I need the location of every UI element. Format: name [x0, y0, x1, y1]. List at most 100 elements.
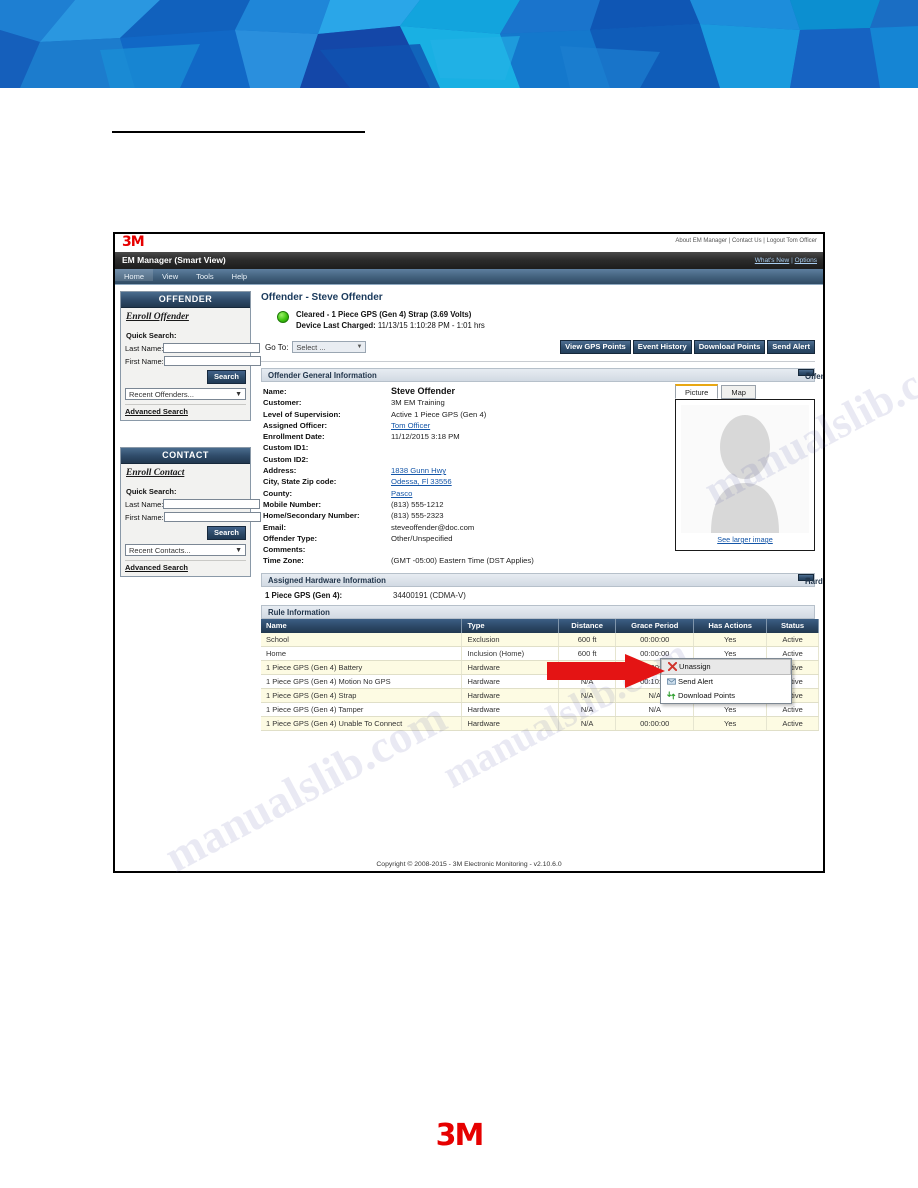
enroll-contact-link[interactable]: Enroll Contact	[125, 467, 246, 484]
info-label: Mobile Number:	[263, 499, 322, 509]
application-screenshot-frame: 3M About EM Manager | Contact Us | Logou…	[113, 232, 825, 873]
menu-item-home[interactable]: Home	[115, 269, 154, 281]
county-link[interactable]: Pasco	[391, 489, 412, 498]
rule-information-section-header: Rule Information	[261, 604, 815, 619]
action-button-group: View GPS Points Event History Download P…	[560, 340, 817, 354]
offender-photo-placeholder	[681, 405, 809, 533]
table-row[interactable]: School Exclusion 600 ft 00:00:00 Yes Act…	[261, 632, 819, 647]
menu-item-unassign[interactable]: Unassign	[661, 659, 791, 675]
tab-picture[interactable]: Picture	[675, 384, 719, 399]
info-value: Pasco	[391, 488, 412, 499]
device-status-row: Cleared - 1 Piece GPS (Gen 4) Strap (3.6…	[277, 309, 817, 331]
chevron-down-icon: ▼	[356, 344, 363, 350]
menu-item-tools[interactable]: Tools	[187, 269, 223, 281]
menu-item-send-alert[interactable]: Send Alert	[661, 675, 791, 689]
top-utility-links[interactable]: About EM Manager | Contact Us | Logout T…	[675, 238, 817, 244]
offender-last-name-row: Last Name:	[125, 343, 261, 353]
cell-status: Active	[766, 632, 819, 647]
cell-name: 1 Piece GPS (Gen 4) Battery	[261, 660, 463, 675]
app-footer-copyright: Copyright © 2008-2015 - 3M Electronic Mo…	[376, 861, 562, 868]
info-row-city-state-zip: City, State Zip code: Odessa, Fl 33556	[263, 476, 675, 487]
assigned-officer-link[interactable]: Tom Officer	[391, 421, 430, 430]
cell-name: 1 Piece GPS (Gen 4) Strap	[261, 688, 463, 703]
info-value: 11/12/2015 3:18 PM	[391, 432, 460, 442]
recent-contacts-select[interactable]: Recent Contacts... ▼	[125, 544, 246, 556]
col-type[interactable]: Type	[461, 618, 560, 633]
cell-name: 1 Piece GPS (Gen 4) Motion No GPS	[261, 674, 463, 689]
chevron-down-icon: ▼	[235, 547, 242, 554]
info-row-custom-id2: Custom ID2:	[263, 454, 675, 465]
options-link[interactable]: Options	[795, 257, 817, 264]
tab-map[interactable]: Map	[721, 385, 756, 399]
cell-grace: 00:00:00	[615, 716, 695, 731]
see-larger-image-link[interactable]: See larger image	[681, 535, 809, 544]
table-row[interactable]: 1 Piece GPS (Gen 4) Tamper Hardware N/A …	[261, 702, 819, 717]
offender-first-name-input[interactable]	[163, 356, 261, 366]
menu-item-unassign-label: Unassign	[679, 662, 711, 671]
offender-functions-button[interactable]: ▼Offender Functions	[798, 369, 823, 381]
whats-new-link[interactable]: What's New	[755, 257, 789, 264]
menu-item-download-points-label: Download Points	[678, 691, 735, 700]
contact-search-button[interactable]: Search	[206, 526, 246, 540]
col-has-actions[interactable]: Has Actions	[693, 618, 768, 633]
city-state-zip-link[interactable]: Odessa, Fl 33556	[391, 477, 452, 486]
info-row-customer: Customer: 3M EM Training	[263, 397, 675, 408]
hardware-functions-button[interactable]: ▼Hardware Functions	[798, 573, 823, 586]
cell-actions: Yes	[693, 716, 768, 731]
left-sidebar: OFFENDER Enroll Offender Quick Search: L…	[115, 285, 261, 858]
info-label: Email:	[263, 522, 287, 532]
download-points-icon	[665, 691, 678, 700]
offender-panel-title: OFFENDER	[121, 292, 250, 308]
link-separator: |	[791, 257, 793, 264]
table-row[interactable]: 1 Piece GPS (Gen 4) Unable To Connect Ha…	[261, 716, 819, 731]
info-row-custom-id1: Custom ID1:	[263, 442, 675, 453]
goto-select[interactable]: Select ... ▼	[292, 341, 367, 353]
info-value: (813) 555-2323	[391, 511, 444, 521]
contact-last-name-label: Last Name:	[125, 499, 164, 509]
col-name[interactable]: Name	[261, 618, 463, 633]
general-info-title: Offender General Information	[268, 371, 377, 380]
cell-distance: N/A	[558, 716, 617, 731]
info-label: Address:	[263, 466, 297, 476]
info-label: Time Zone:	[263, 556, 304, 566]
recent-offenders-select[interactable]: Recent Offenders... ▼	[125, 388, 246, 400]
cell-type: Inclusion (Home)	[461, 646, 560, 661]
offender-search-button-row: Search	[125, 370, 246, 384]
menu-list: Home View Tools Help	[115, 269, 823, 281]
event-history-button[interactable]: Event History	[632, 340, 692, 354]
general-info-body: Name: Steve Offender Customer: 3M EM Train…	[259, 384, 817, 567]
info-value: Odessa, Fl 33556	[391, 476, 452, 487]
info-row-time-zone: Time Zone: (GMT -05:00) Eastern Time (DST…	[263, 555, 675, 566]
send-alert-button[interactable]: Send Alert	[767, 340, 815, 354]
info-label: Name:	[263, 387, 287, 396]
info-label: County:	[263, 488, 293, 498]
cell-name: Home	[261, 646, 463, 661]
contact-advanced-search-link[interactable]: Advanced Search	[125, 560, 246, 572]
contact-last-name-input[interactable]	[163, 499, 261, 509]
contact-first-name-input[interactable]	[163, 512, 261, 522]
annotation-red-arrow	[547, 654, 665, 688]
enroll-offender-link[interactable]: Enroll Offender	[125, 311, 246, 328]
hardware-functions-label: Hardware Functions	[805, 576, 823, 586]
hardware-functions-dropdown: Unassign Send Alert Download Points	[660, 658, 792, 704]
title-bar-links: What's New | Options	[755, 257, 817, 264]
cell-type: Hardware	[461, 688, 560, 703]
download-points-button[interactable]: Download Points	[693, 340, 766, 354]
menu-item-download-points[interactable]: Download Points	[661, 689, 791, 703]
contact-search-button-row: Search	[125, 526, 246, 540]
col-grace-period[interactable]: Grace Period	[615, 618, 695, 633]
cell-type: Exclusion	[461, 632, 560, 647]
col-status[interactable]: Status	[766, 618, 819, 633]
col-distance[interactable]: Distance	[558, 618, 617, 633]
menu-item-view[interactable]: View	[153, 269, 187, 281]
offender-advanced-search-link[interactable]: Advanced Search	[125, 404, 246, 416]
view-gps-points-button[interactable]: View GPS Points	[560, 340, 631, 354]
address-link[interactable]: 1838 Gunn Hwy	[391, 466, 446, 475]
menu-item-help[interactable]: Help	[223, 269, 256, 281]
offender-search-button[interactable]: Search	[206, 370, 246, 384]
offender-last-name-input[interactable]	[163, 343, 261, 353]
offender-last-name-label: Last Name:	[125, 343, 164, 353]
info-row-offender-type: Offender Type: Other/Unspecified	[263, 533, 675, 544]
contact-first-name-row: First Name:	[125, 512, 261, 522]
picture-box: See larger image	[675, 399, 815, 551]
